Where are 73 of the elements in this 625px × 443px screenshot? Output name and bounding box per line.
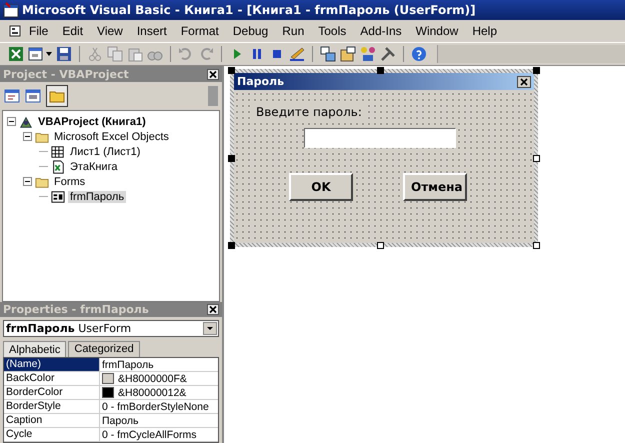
tree-item[interactable]: Microsoft Excel Objects — [52, 130, 171, 142]
menu-item[interactable]: Format — [174, 24, 226, 38]
resize-handle[interactable] — [533, 67, 540, 74]
property-value[interactable]: frmПароль — [102, 358, 154, 370]
close-icon[interactable] — [207, 68, 219, 80]
tree-item[interactable]: ЭтаКнига — [68, 160, 120, 172]
userform-icon[interactable] — [28, 46, 44, 62]
help-icon[interactable] — [411, 46, 427, 62]
property-name[interactable]: Caption — [4, 414, 100, 427]
tree-item[interactable]: VBAProject (Книга1) — [36, 116, 148, 128]
worksheet-icon — [51, 144, 65, 158]
menu-item[interactable]: Window — [408, 24, 466, 38]
resize-handle[interactable] — [377, 242, 384, 249]
resize-handle[interactable] — [228, 242, 235, 249]
pane-title: Properties - frmПароль — [3, 303, 149, 316]
resize-handle[interactable] — [533, 242, 540, 249]
menu-bar-icon[interactable] — [8, 24, 22, 38]
form-label: Введите пароль: — [254, 104, 364, 120]
workbook-icon — [51, 160, 65, 174]
userform-icon — [51, 190, 65, 204]
window-title: Microsoft Visual Basic - Книга1 - [Книга1 - frmПароль (UserForm)] — [22, 3, 476, 17]
project-icon — [19, 114, 33, 128]
resize-handle[interactable] — [377, 67, 384, 74]
tree-item[interactable]: Forms — [52, 176, 88, 188]
toggle-folders-button[interactable] — [46, 85, 68, 107]
excel-icon[interactable] — [8, 46, 24, 62]
property-name[interactable]: BorderStyle — [4, 400, 100, 413]
resize-handle[interactable] — [228, 67, 235, 74]
form-button[interactable]: OK — [289, 173, 353, 201]
props-icon[interactable] — [340, 46, 356, 62]
menu-item[interactable]: File — [22, 24, 56, 38]
form-button[interactable]: Отмена — [403, 173, 467, 201]
pane-title: Project - VBAProject — [3, 68, 129, 80]
menu-item[interactable]: Run — [275, 24, 312, 38]
menu-item[interactable]: View — [90, 24, 130, 38]
menu-item[interactable]: Debug — [226, 24, 276, 38]
collapse-icon[interactable] — [23, 132, 32, 141]
toolbox-icon[interactable] — [380, 46, 396, 62]
collapse-icon[interactable] — [23, 177, 32, 186]
property-value[interactable]: 0 - fmCycleAllForms — [102, 428, 197, 440]
object-dropdown[interactable]: frmПароль UserForm — [3, 320, 219, 337]
save-icon[interactable] — [56, 46, 72, 62]
tab[interactable]: Alphabetic — [3, 341, 66, 357]
browser-icon[interactable] — [360, 46, 376, 62]
app-window-icon — [3, 2, 19, 18]
property-value[interactable]: Пароль — [102, 414, 138, 426]
property-value[interactable]: 0 - fmBorderStyleNone — [102, 400, 209, 412]
menu-item[interactable]: Tools — [311, 24, 354, 38]
view-code-icon[interactable] — [4, 88, 20, 104]
scroll-bar[interactable] — [208, 86, 218, 106]
property-value[interactable]: &H8000000F& — [118, 372, 187, 384]
property-name[interactable]: BorderColor — [4, 386, 100, 399]
menu-item[interactable]: Insert — [130, 24, 174, 38]
menu-item[interactable]: Add-Ins — [353, 24, 409, 38]
property-name[interactable]: BackColor — [4, 372, 100, 385]
resize-handle[interactable] — [533, 155, 540, 162]
close-icon[interactable] — [207, 304, 219, 315]
resize-handle[interactable] — [228, 155, 235, 162]
form-title: Пароль — [237, 75, 284, 88]
property-name[interactable]: (Name) — [4, 358, 100, 371]
collapse-icon[interactable] — [7, 117, 16, 126]
menu-item[interactable]: Edit — [55, 24, 90, 38]
password-field[interactable] — [304, 128, 456, 148]
menu-item[interactable]: Help — [465, 24, 504, 38]
view-object-icon[interactable] — [25, 88, 41, 104]
caret-icon[interactable] — [46, 52, 52, 56]
property-name[interactable]: Cycle — [4, 428, 100, 441]
tree-item[interactable]: frmПароль — [68, 190, 126, 202]
explorer-icon[interactable] — [320, 46, 336, 62]
property-value[interactable]: &H80000012& — [118, 386, 186, 398]
design-icon[interactable] — [289, 46, 305, 62]
close-icon[interactable] — [517, 76, 531, 88]
tree-item[interactable]: Лист1 (Лист1) — [68, 146, 142, 158]
